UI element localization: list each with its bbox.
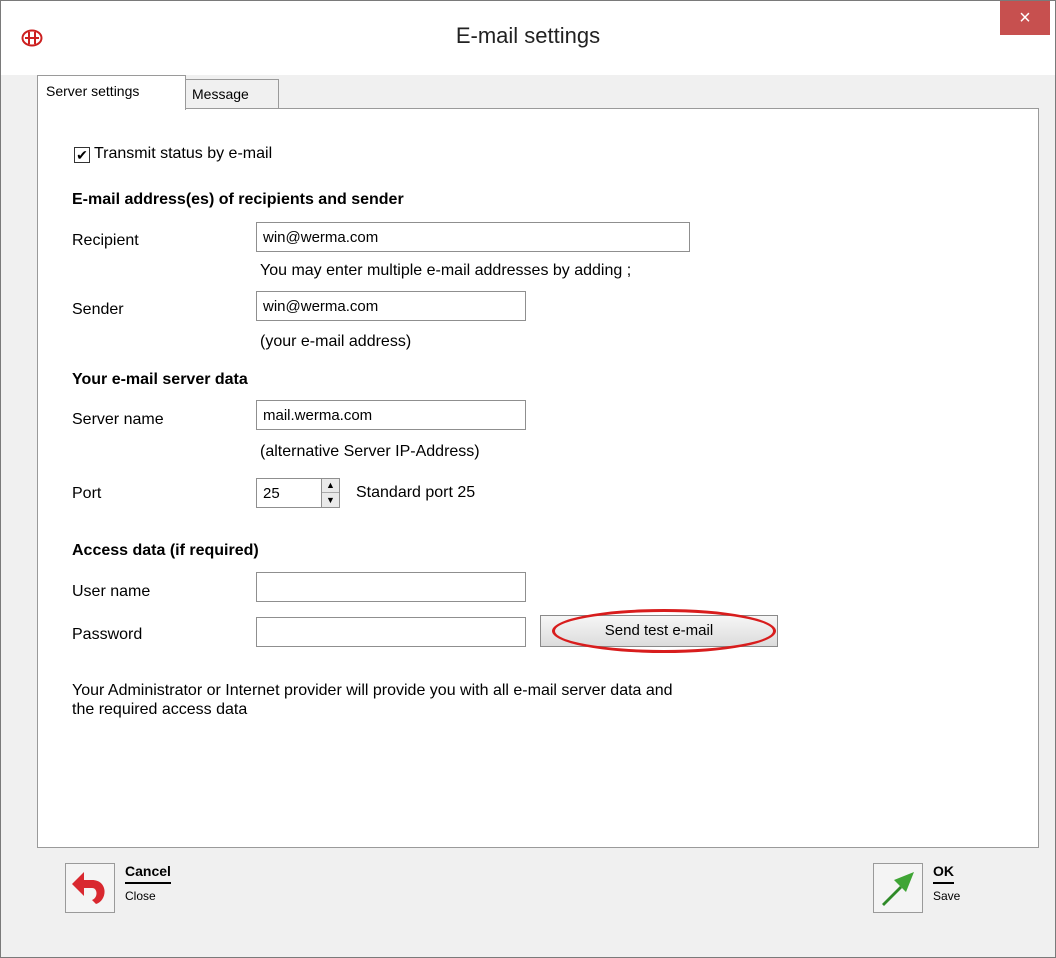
port-value: 25 (263, 485, 280, 502)
email-settings-window: E-mail settings × Server settings Messag… (0, 0, 1056, 958)
info-text-line-2: the required access data (72, 701, 248, 718)
recipient-label: Recipient (72, 232, 139, 249)
sender-input[interactable]: win@werma.com (256, 291, 526, 321)
ok-label: OK (933, 863, 954, 884)
window-title: E-mail settings (455, 23, 601, 48)
close-icon: × (1019, 7, 1031, 29)
port-hint: Standard port 25 (356, 484, 476, 501)
sender-label: Sender (72, 301, 124, 318)
tab-server-settings[interactable]: Server settings (37, 75, 186, 110)
checkmark-icon: ✔ (76, 147, 88, 163)
server-name-input[interactable]: mail.werma.com (256, 400, 526, 430)
user-name-input[interactable] (256, 572, 526, 602)
tab-message[interactable]: Message (183, 79, 279, 108)
up-right-arrow-icon (873, 863, 923, 913)
recipients-heading: E-mail address(es) of recipients and sen… (72, 191, 404, 208)
undo-arrow-icon (65, 863, 115, 913)
server-data-heading: Your e-mail server data (72, 371, 248, 388)
cancel-button[interactable]: Cancel Close (65, 863, 225, 929)
password-label: Password (72, 626, 143, 643)
access-data-heading: Access data (if required) (72, 542, 259, 559)
recipient-hint: You may enter multiple e-mail addresses … (260, 262, 632, 279)
server-settings-panel: ✔ Transmit status by e-mail E-mail addre… (37, 108, 1039, 848)
send-test-email-button[interactable]: Send test e-mail (540, 615, 778, 647)
recipient-input[interactable]: win@werma.com (256, 222, 690, 252)
user-name-label: User name (72, 583, 151, 600)
port-stepper[interactable]: ▲ ▼ (321, 479, 339, 507)
transmit-status-label: Transmit status by e-mail (94, 145, 273, 162)
port-input[interactable]: 25 ▲ ▼ (256, 478, 340, 508)
transmit-status-checkbox[interactable]: ✔ (74, 147, 90, 163)
cancel-label: Cancel (125, 863, 171, 884)
ok-sublabel: Save (933, 889, 961, 903)
cancel-sublabel: Close (125, 889, 156, 903)
sender-hint: (your e-mail address) (260, 333, 412, 350)
spin-up-icon[interactable]: ▲ (322, 479, 339, 492)
spin-down-icon[interactable]: ▼ (322, 492, 339, 507)
info-text-line-1: Your Administrator or Internet provider … (72, 682, 673, 699)
server-name-hint: (alternative Server IP-Address) (260, 443, 480, 460)
close-window-button[interactable]: × (1000, 1, 1050, 35)
password-input[interactable] (256, 617, 526, 647)
title-bar: E-mail settings × (1, 1, 1055, 75)
ok-button[interactable]: OK Save (873, 863, 1013, 929)
port-label: Port (72, 485, 102, 502)
server-name-label: Server name (72, 411, 164, 428)
